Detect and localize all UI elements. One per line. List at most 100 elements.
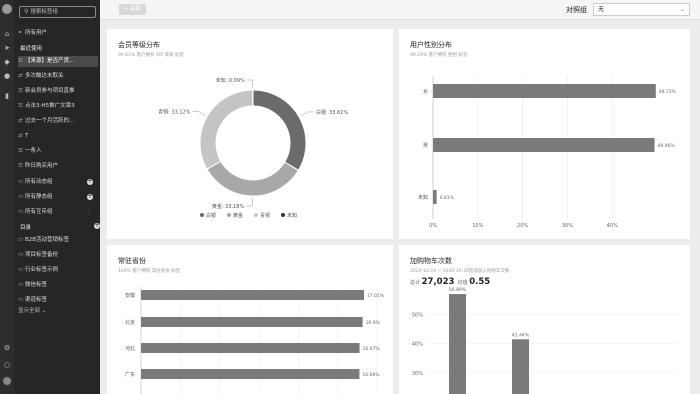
sidebar-dir-item[interactable]: ▭ 渠道标签 [18, 295, 98, 306]
compare-select[interactable]: 无 ⌄ [593, 3, 690, 16]
dir-header-label: 目录 [20, 225, 32, 231]
pie-slice-label: 白银: 33.61% [316, 109, 349, 116]
icon-rail: ⌂ ➤ ◆ ● ▮ ⚙ ○ [0, 0, 14, 394]
folder-icon: ▭ [18, 252, 24, 258]
bar-value-label: 0.81% [440, 195, 455, 201]
show-all-link[interactable]: 显示全部 ⌄ [18, 306, 98, 317]
sidebar-group-dynamic[interactable]: ▭ 所有动态组 + [18, 177, 98, 188]
sidebar-item-label: 渠道标签 [25, 297, 48, 303]
users-icon: ⚭ [18, 30, 23, 36]
recent-section-header: 最近使用 [20, 46, 43, 52]
pie-leader-line [246, 79, 254, 89]
sidebar-item-recent[interactable]: ☰ 昨日购买用户 [18, 161, 98, 172]
sidebar-item-label: 【来源】是否产货... [25, 58, 75, 64]
search-placeholder: 搜索标签组 [30, 9, 58, 15]
sidebar-item-label: 所有用户 [25, 30, 48, 36]
sidebar-item-label: 昨日购买用户 [25, 163, 59, 169]
pie-slice-label: 黄金: 33.18% [212, 203, 245, 210]
pie-leader-line [192, 111, 206, 116]
dir-section-header: 目录 + [20, 223, 100, 231]
list-icon: ☰ [18, 88, 23, 94]
back-button[interactable]: ← 返回 [119, 4, 146, 15]
y-category-label: 广东 [125, 371, 135, 378]
home-icon[interactable]: ⌂ [3, 30, 11, 38]
gear-icon[interactable]: ⚙ [3, 344, 11, 352]
x-tick-label: 0% [429, 223, 437, 229]
sidebar-group-static[interactable]: ▭ 所有静态组 + [18, 192, 98, 203]
legend-label: 青铜 [260, 212, 270, 219]
bar-value-label: 49.46% [658, 143, 676, 149]
send-icon[interactable]: ➤ [3, 44, 11, 52]
sidebar-item-recent[interactable]: ⇄ 过去一个月活跃的... [18, 116, 98, 127]
pie-leader-line [246, 197, 253, 207]
sidebar-item-label: 多次触达未取关 [25, 73, 64, 79]
bar-chart-icon[interactable]: ▮ [3, 92, 11, 100]
list-icon: ☰ [18, 163, 23, 169]
sidebar-item-label: 所有静态组 [25, 194, 53, 200]
sidebar-group-exclusive[interactable]: ▭ 所有互斥组 ⋮ [18, 207, 98, 218]
province-card: 常驻省份 100% 客户拥有 常驻省份 标签 安徽 17.01% 北京 16.9% 河北… [107, 245, 393, 394]
legend-swatch [200, 213, 204, 217]
sidebar-dir-item[interactable]: ▭ B2B活动营销标签 [18, 235, 98, 246]
sidebar-item-label: 行业标签示例 [25, 267, 59, 273]
sidebar-item-recent[interactable]: ☰ 点击3-H5推广文章3 [18, 101, 98, 112]
bar-value-label: 16.9% [366, 320, 381, 326]
folder-icon: ▭ [18, 267, 24, 273]
sidebar-item-recent[interactable]: ☰ 一条人 [18, 146, 98, 157]
sidebar: ⚲ 搜索标签组 ⚭ 所有用户 最近使用 ☰ 【来源】是否产货... ⇄ 多次触达未取关 … [14, 0, 100, 394]
sidebar-item-label: 微信标签 [25, 282, 48, 288]
add-icon[interactable]: + [87, 179, 93, 185]
sidebar-item-all-users[interactable]: ⚭ 所有用户 [18, 28, 98, 39]
sidebar-dir-item[interactable]: ▭ 微信标签 [18, 280, 98, 291]
y-category-label: 未知 [418, 194, 428, 201]
repeat-icon: ⇄ [18, 133, 23, 139]
legend-swatch [254, 213, 258, 217]
list-icon: ☰ [18, 148, 23, 154]
gender-card: 用户性别分布 89.19% 客户拥有 性别 标签 0% 10% 20% 30% 40% 女… [399, 29, 690, 239]
sidebar-item-recent[interactable]: ☰ 【来源】是否产货... [18, 56, 98, 67]
sidebar-item-recent[interactable]: ⇄ 多次触达未取关 [18, 71, 98, 82]
compare-value: 无 [598, 6, 605, 13]
y-tick-label: 50% [412, 312, 423, 318]
legend-label: 未知 [287, 212, 297, 219]
x-tick-label: 10% [472, 223, 483, 229]
more-icon[interactable]: ⋮ [87, 207, 93, 218]
sidebar-item-label: B2B活动营销标签 [25, 237, 70, 243]
bar [141, 343, 360, 353]
bar [433, 190, 437, 204]
sidebar-item-label: T [25, 133, 29, 139]
gender-bar-chart: 0% 10% 20% 30% 40% 女 49.73% 男 49.46% 未知 0.81% [418, 76, 677, 229]
add-dir-icon[interactable]: + [94, 223, 100, 229]
sidebar-item-label: 所有互斥组 [25, 209, 53, 215]
cart-bar-chart: 20%30%40%50%56.89%41.44% [412, 287, 679, 394]
add-icon[interactable]: + [87, 194, 93, 200]
legend-swatch [281, 213, 285, 217]
pie-slice [199, 89, 254, 170]
legend-label: 白银 [206, 212, 216, 219]
list-icon: ☰ [18, 58, 23, 64]
bar [433, 84, 656, 98]
sidebar-dir-item[interactable]: ▭ 行业标签示例 [18, 265, 98, 276]
bar-value-label: 17.01% [367, 293, 385, 299]
pie-slice-label: 未知: 0.09% [216, 77, 245, 84]
legend-swatch [227, 213, 231, 217]
folder-icon: ▭ [18, 282, 24, 288]
y-category-label: 河北 [125, 345, 135, 352]
bar [512, 339, 529, 394]
chevron-down-icon: ⌄ [679, 6, 685, 13]
folder-icon: ▭ [18, 209, 24, 215]
tag-icon[interactable]: ◆ [3, 58, 11, 66]
pie-slice [252, 89, 307, 171]
sidebar-item-label: 一条人 [25, 148, 42, 154]
help-icon[interactable]: ○ [3, 361, 11, 369]
compare-label: 对照组 [566, 6, 587, 14]
person-icon[interactable]: ● [3, 72, 11, 80]
search-input[interactable]: ⚲ 搜索标签组 [19, 6, 96, 18]
bar-value-label: 16.66% [362, 372, 380, 378]
sidebar-item-recent[interactable]: ☰ 新会员参与项目直推 [18, 86, 98, 97]
sidebar-item-recent[interactable]: ⇄ T [18, 131, 98, 142]
sidebar-dir-item[interactable]: ▭ 项目标签备份 [18, 250, 98, 261]
avatar[interactable] [3, 377, 11, 385]
y-tick-label: 40% [412, 342, 423, 348]
sidebar-item-label: 过去一个月活跃的... [25, 118, 75, 124]
